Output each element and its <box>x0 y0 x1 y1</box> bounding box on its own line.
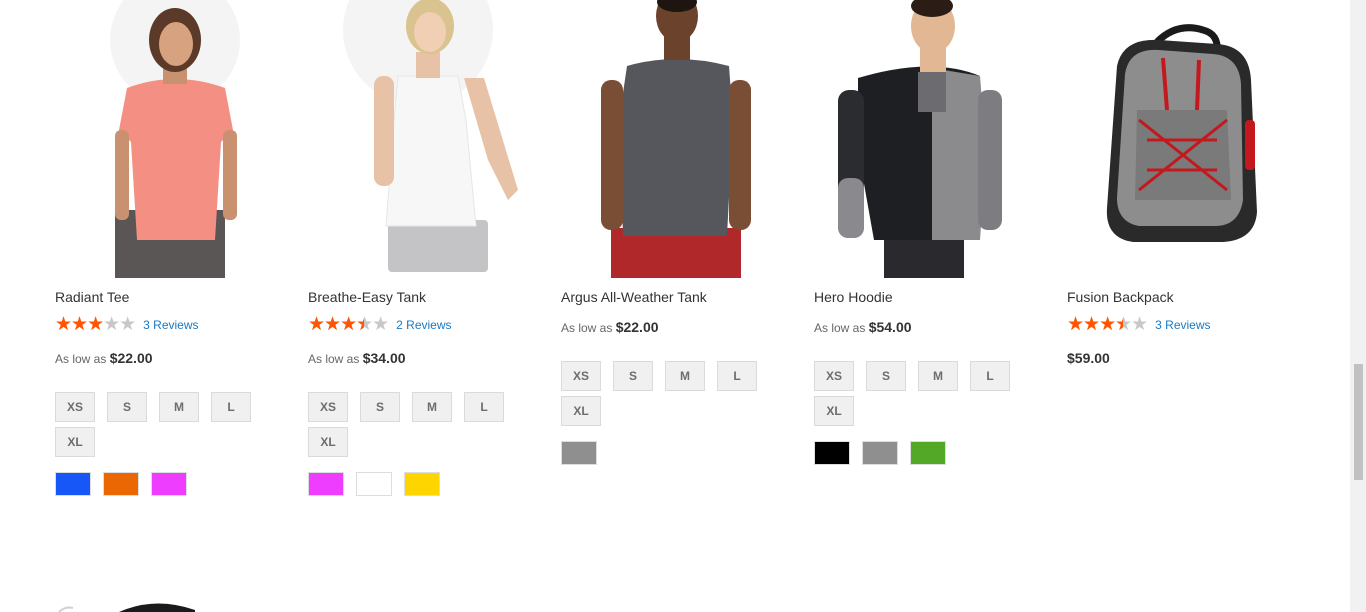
price-value: $22.00 <box>109 350 153 366</box>
size-option-l[interactable]: L <box>970 361 1010 391</box>
product-image[interactable] <box>55 0 295 278</box>
product-rating: ★★★★★ ★★★★★ 2 Reviews <box>308 314 452 335</box>
price-prefix: As low as <box>55 352 107 366</box>
reviews-link[interactable]: 3 Reviews <box>1155 318 1210 332</box>
color-swatches <box>55 472 187 496</box>
color-swatches <box>308 472 440 496</box>
size-option-xs[interactable]: XS <box>308 392 348 422</box>
product-rating: ★★★★★ ★★★★★ 3 Reviews <box>1067 314 1211 335</box>
size-option-s[interactable]: S <box>360 392 400 422</box>
product-price: As low as $22.00 <box>55 350 153 366</box>
size-option-xl[interactable]: XL <box>814 396 854 426</box>
product-name[interactable]: Radiant Tee <box>55 289 129 305</box>
size-option-xs[interactable]: XS <box>814 361 854 391</box>
color-swatch-green[interactable] <box>910 441 946 465</box>
size-option-xl[interactable]: XL <box>55 427 95 457</box>
product-rating: ★★★★★ ★★★★★ 3 Reviews <box>55 314 199 335</box>
size-options: XS S M L XL <box>561 361 761 426</box>
rating-stars: ★★★★★ ★★★★★ <box>1067 314 1148 335</box>
color-swatch-black[interactable] <box>814 441 850 465</box>
size-option-m[interactable]: M <box>665 361 705 391</box>
price-value: $22.00 <box>615 319 659 335</box>
product-price: As low as $34.00 <box>308 350 406 366</box>
color-swatch-purple[interactable] <box>308 472 344 496</box>
reviews-link[interactable]: 2 Reviews <box>396 318 451 332</box>
color-swatches <box>561 441 597 465</box>
rating-stars: ★★★★★ ★★★★★ <box>308 314 389 335</box>
product-name[interactable]: Hero Hoodie <box>814 289 893 305</box>
color-swatch-white[interactable] <box>356 472 392 496</box>
color-swatch-orange[interactable] <box>103 472 139 496</box>
color-swatch-gray[interactable] <box>862 441 898 465</box>
price-prefix: As low as <box>814 321 866 335</box>
price-prefix: As low as <box>308 352 360 366</box>
size-option-l[interactable]: L <box>717 361 757 391</box>
size-option-s[interactable]: S <box>107 392 147 422</box>
product-name[interactable]: Fusion Backpack <box>1067 289 1174 305</box>
size-option-l[interactable]: L <box>211 392 251 422</box>
scrollbar-thumb[interactable] <box>1354 364 1363 480</box>
color-swatch-yellow[interactable] <box>404 472 440 496</box>
size-option-xl[interactable]: XL <box>308 427 348 457</box>
product-image[interactable] <box>814 0 1054 278</box>
product-image-partial[interactable] <box>55 592 215 612</box>
color-swatches <box>814 441 946 465</box>
size-option-m[interactable]: M <box>412 392 452 422</box>
product-image[interactable] <box>561 0 801 278</box>
color-swatch-blue[interactable] <box>55 472 91 496</box>
size-option-l[interactable]: L <box>464 392 504 422</box>
product-image[interactable] <box>308 0 548 278</box>
reviews-link[interactable]: 3 Reviews <box>143 318 198 332</box>
color-swatch-purple[interactable] <box>151 472 187 496</box>
size-options: XS S M L XL <box>814 361 1014 426</box>
product-grid: Radiant Tee ★★★★★ ★★★★★ 3 Reviews As low… <box>0 0 1350 612</box>
price-value: $59.00 <box>1067 350 1110 366</box>
product-name[interactable]: Argus All-Weather Tank <box>561 289 707 305</box>
size-options: XS S M L XL <box>55 392 255 457</box>
size-option-s[interactable]: S <box>613 361 653 391</box>
size-option-xs[interactable]: XS <box>561 361 601 391</box>
product-price: $59.00 <box>1067 350 1110 366</box>
size-option-s[interactable]: S <box>866 361 906 391</box>
size-option-m[interactable]: M <box>159 392 199 422</box>
rating-stars: ★★★★★ ★★★★★ <box>55 314 136 335</box>
size-option-xs[interactable]: XS <box>55 392 95 422</box>
price-value: $34.00 <box>362 350 406 366</box>
vertical-scrollbar[interactable] <box>1350 0 1366 612</box>
color-swatch-gray[interactable] <box>561 441 597 465</box>
size-option-xl[interactable]: XL <box>561 396 601 426</box>
product-image[interactable] <box>1067 0 1307 278</box>
product-name[interactable]: Breathe-Easy Tank <box>308 289 426 305</box>
product-price: As low as $22.00 <box>561 319 659 335</box>
price-prefix: As low as <box>561 321 613 335</box>
product-price: As low as $54.00 <box>814 319 912 335</box>
size-options: XS S M L XL <box>308 392 508 457</box>
price-value: $54.00 <box>868 319 912 335</box>
size-option-m[interactable]: M <box>918 361 958 391</box>
